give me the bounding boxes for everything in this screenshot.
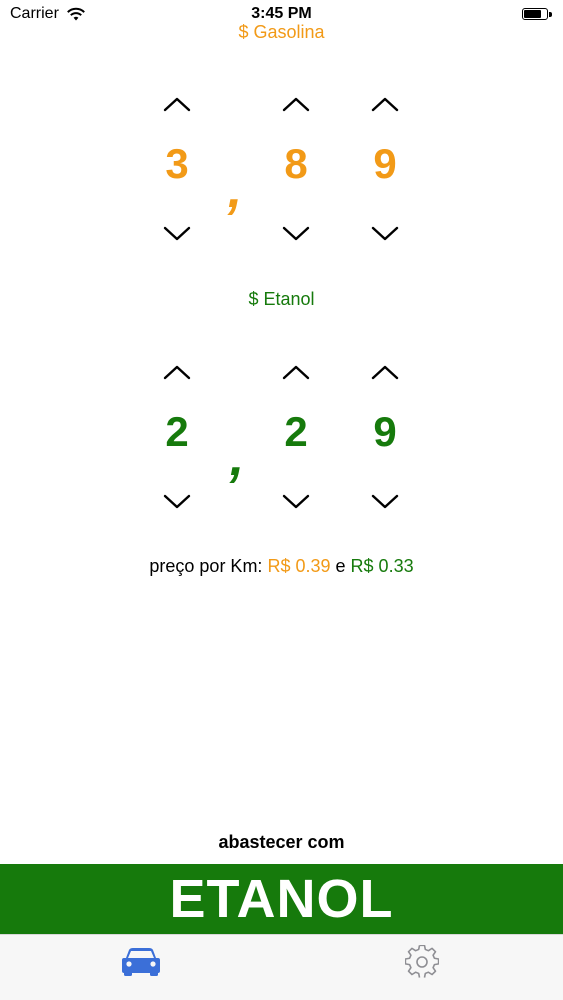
status-time: 3:45 PM <box>251 5 312 22</box>
ethanol-digit1-up-button[interactable] <box>163 364 191 380</box>
gasoline-digit3-up-button[interactable] <box>371 96 399 112</box>
ethanol-decimal-separator: , <box>229 429 245 487</box>
gasoline-digit1-down-button[interactable] <box>163 225 191 241</box>
ethanol-digit1-down-button[interactable] <box>163 493 191 509</box>
recommended-fuel-banner: ETANOL <box>0 864 563 934</box>
ethanol-digit3-down-button[interactable] <box>371 493 399 509</box>
gasoline-digit2-up-button[interactable] <box>282 96 310 112</box>
gasoline-digit-1: 3 <box>165 140 189 187</box>
gear-icon[interactable] <box>405 945 439 979</box>
ethanol-price-per-km: R$ 0.33 <box>350 556 414 576</box>
gasoline-digit-2: 8 <box>284 140 308 187</box>
gasoline-price-per-km: R$ 0.39 <box>267 556 331 576</box>
gasoline-decimal-separator: , <box>227 161 243 219</box>
gasoline-digit3-down-button[interactable] <box>371 225 399 241</box>
battery-tip <box>549 12 552 17</box>
tab-bar <box>0 934 563 1000</box>
refuel-caption: abastecer com <box>218 832 345 852</box>
ethanol-digit-1: 2 <box>165 408 189 455</box>
gasoline-digit-3: 9 <box>373 140 397 187</box>
gasoline-label: $ Gasolina <box>238 22 325 42</box>
price-per-km-prefix: preço por Km: <box>149 556 263 576</box>
ethanol-digit2-up-button[interactable] <box>282 364 310 380</box>
car-icon[interactable] <box>120 947 162 977</box>
ethanol-digit-2: 2 <box>284 408 308 455</box>
ethanol-digit-3: 9 <box>373 408 397 455</box>
ethanol-digit2-down-button[interactable] <box>282 493 310 509</box>
price-per-km-line: preço por Km: R$ 0.39 e R$ 0.33 <box>0 556 563 577</box>
gasoline-digit2-down-button[interactable] <box>282 225 310 241</box>
ethanol-label: $ Etanol <box>248 289 315 309</box>
battery-icon <box>522 8 548 20</box>
ethanol-digit3-up-button[interactable] <box>371 364 399 380</box>
gasoline-digit1-up-button[interactable] <box>163 96 191 112</box>
price-per-km-connector: e <box>335 556 346 576</box>
